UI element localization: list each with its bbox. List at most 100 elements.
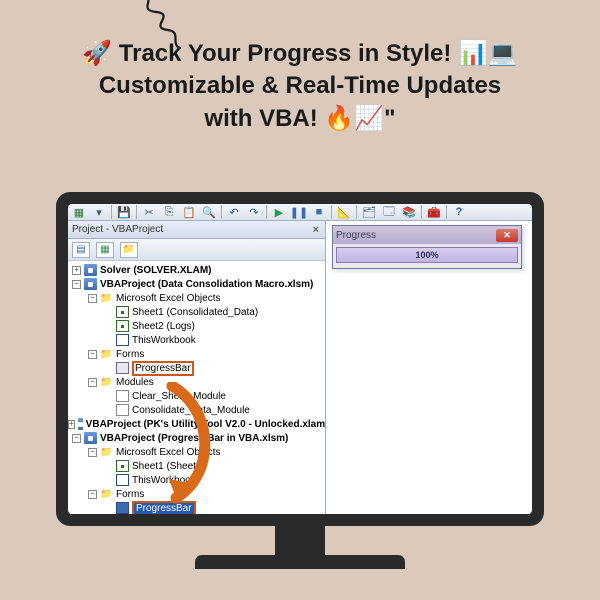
toolbox-icon[interactable]: 🧰 [425,204,443,220]
toggle-folders-icon[interactable]: 📁 [120,242,138,258]
tree-node-label: VBAProject (Data Consolidation Macro.xls… [100,279,313,290]
rocket-icon: 🚀 [82,40,119,67]
tree-node-label: ThisWorkbook [132,475,196,486]
tree-node[interactable]: ProgressBar [68,361,325,375]
project-tree[interactable]: +Solver (SOLVER.XLAM)−VBAProject (Data C… [68,261,325,514]
tree-node[interactable]: ThisWorkbook [68,473,325,487]
wb-icon [116,474,129,486]
tree-node[interactable]: + Solver (SOLVER.XLAM) [68,263,325,277]
tree-node[interactable]: ProgressBar [68,501,325,514]
progress-dialog-titlebar[interactable]: Progress ✕ [333,226,521,244]
tree-node-label: Modules [116,377,154,388]
tree-node[interactable]: −📁Microsoft Excel Objects [68,445,325,459]
undo-icon[interactable]: ↶ [225,204,243,220]
headline: 🚀 Track Your Progress in Style! 📊💻 Custo… [0,0,600,143]
collapse-icon[interactable]: − [88,490,97,499]
fold-icon: 📁 [100,488,113,500]
expand-icon[interactable]: + [68,420,75,429]
form-b-icon [116,502,129,514]
project-view-buttons: ▤ ▦ 📁 [68,239,325,261]
project-explorer-panel: Project - VBAProject × ▤ ▦ 📁 +Solver (SO… [68,221,326,514]
tree-node[interactable]: Sheet2 (Logs) [68,319,325,333]
progress-bar: 100% [336,247,518,263]
sheet-icon [116,460,129,472]
tree-node[interactable]: Sheet1 (Consolidated_Data) [68,305,325,319]
view-object-icon[interactable]: ▦ [96,242,114,258]
vba-editor-window: ▦ ▾ 💾 ✂ ⎘ 📋 🔍 ↶ ↷ ▶ ❚❚ ■ 📐 🗂 🗔 📚 🧰 [68,204,532,514]
copy-icon[interactable]: ⎘ [160,204,178,220]
collapse-icon[interactable]: − [88,378,97,387]
paste-icon[interactable]: 📋 [180,204,198,220]
object-browser-icon[interactable]: 📚 [400,204,418,220]
tree-node-label: VBAProject (PK's Utility Tool V2.0 - Unl… [86,419,325,430]
tree-node[interactable]: Consolidate_Data_Module [68,403,325,417]
proj-icon [78,418,83,430]
tree-node[interactable]: Clear_Sheet_Module [68,389,325,403]
fold-icon: 📁 [100,376,113,388]
collapse-icon[interactable]: − [88,350,97,359]
tree-node[interactable]: − VBAProject (Data Consolidation Macro.xl… [68,277,325,291]
tree-node-label: Consolidate_Data_Module [132,405,250,416]
fold-icon: 📁 [100,348,113,360]
sheet-icon [116,306,129,318]
tree-node-label: VBAProject (Progress Bar in VBA.xlsm) [100,433,288,444]
run-icon[interactable]: ▶ [270,204,288,220]
tree-node[interactable]: Sheet1 (Sheet1) [68,459,325,473]
reset-icon[interactable]: ■ [310,204,328,220]
tree-node[interactable]: −📁Modules [68,375,325,389]
tree-node-label: Forms [116,349,144,360]
squiggle-decoration [130,0,190,50]
design-mode-icon[interactable]: 📐 [335,204,353,220]
properties-icon[interactable]: 🗔 [380,204,398,220]
tree-node-label: ProgressBar [132,361,194,376]
expand-icon[interactable]: + [72,266,81,275]
progress-percent: 100% [415,250,438,260]
tree-node-label: Clear_Sheet_Module [132,391,226,402]
tree-node-label: Microsoft Excel Objects [116,293,220,304]
tree-node[interactable]: −📁Forms [68,347,325,361]
tree-node[interactable]: −📁Microsoft Excel Objects [68,291,325,305]
tree-node-label: Forms [116,489,144,500]
collapse-icon[interactable]: − [88,448,97,457]
tree-node-label: Sheet1 (Consolidated_Data) [132,307,258,318]
monitor-frame: ▦ ▾ 💾 ✂ ⎘ 📋 🔍 ↶ ↷ ▶ ❚❚ ■ 📐 🗂 🗔 📚 🧰 [56,192,544,526]
cut-icon[interactable]: ✂ [140,204,158,220]
collapse-icon[interactable]: − [72,280,81,289]
tree-node-label: Microsoft Excel Objects [116,447,220,458]
close-icon[interactable]: ✕ [496,229,518,242]
break-icon[interactable]: ❚❚ [290,204,308,220]
dropdown-icon[interactable]: ▾ [90,204,108,220]
help-icon[interactable]: ? [450,204,468,220]
mod-icon [116,404,129,416]
close-icon[interactable]: × [311,224,321,236]
project-explorer-icon[interactable]: 🗂 [360,204,378,220]
chart-laptop-icon: 📊💻 [451,40,517,67]
proj-icon [84,432,97,444]
progress-dialog: Progress ✕ 100% [332,225,522,269]
redo-icon[interactable]: ↷ [245,204,263,220]
fold-icon: 📁 [100,292,113,304]
tree-node[interactable]: ThisWorkbook [68,333,325,347]
progress-dialog-title: Progress [336,230,376,241]
save-icon[interactable]: 💾 [115,204,133,220]
tree-node[interactable]: −📁Forms [68,487,325,501]
proj-icon [84,264,97,276]
wb-icon [116,334,129,346]
view-excel-icon[interactable]: ▦ [70,204,88,220]
find-icon[interactable]: 🔍 [200,204,218,220]
form-icon [116,362,129,374]
sheet-icon [116,320,129,332]
view-code-icon[interactable]: ▤ [72,242,90,258]
vba-toolbar: ▦ ▾ 💾 ✂ ⎘ 📋 🔍 ↶ ↷ ▶ ❚❚ ■ 📐 🗂 🗔 📚 🧰 [68,204,532,221]
tree-node[interactable]: − VBAProject (Progress Bar in VBA.xlsm) [68,431,325,445]
tree-node-label: ProgressBar [132,501,196,515]
tree-node-label: Solver (SOLVER.XLAM) [100,265,212,276]
code-pane: Progress ✕ 100% [326,221,532,514]
tree-node-label: Sheet1 (Sheet1) [132,461,205,472]
fold-icon: 📁 [100,446,113,458]
monitor-foot [195,555,405,569]
collapse-icon[interactable]: − [72,434,81,443]
mod-icon [116,390,129,402]
collapse-icon[interactable]: − [88,294,97,303]
tree-node[interactable]: + VBAProject (PK's Utility Tool V2.0 - Un… [68,417,325,431]
